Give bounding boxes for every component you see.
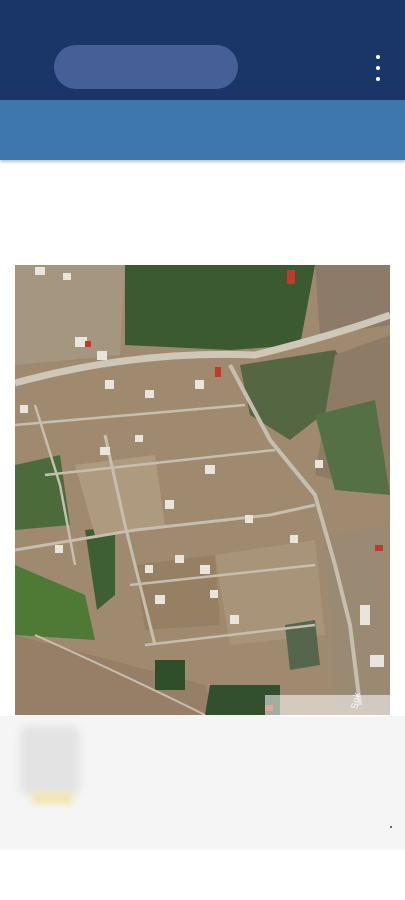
overflow-menu-icon[interactable] <box>366 55 390 81</box>
dot-marker <box>390 826 392 828</box>
blurred-thumbnail <box>20 726 80 796</box>
blurred-title-pill <box>54 45 238 89</box>
app-bar <box>0 0 405 100</box>
satellite-map-image[interactable]: Sok <box>15 265 390 715</box>
blurred-highlight <box>32 792 72 804</box>
secondary-toolbar <box>0 100 405 160</box>
